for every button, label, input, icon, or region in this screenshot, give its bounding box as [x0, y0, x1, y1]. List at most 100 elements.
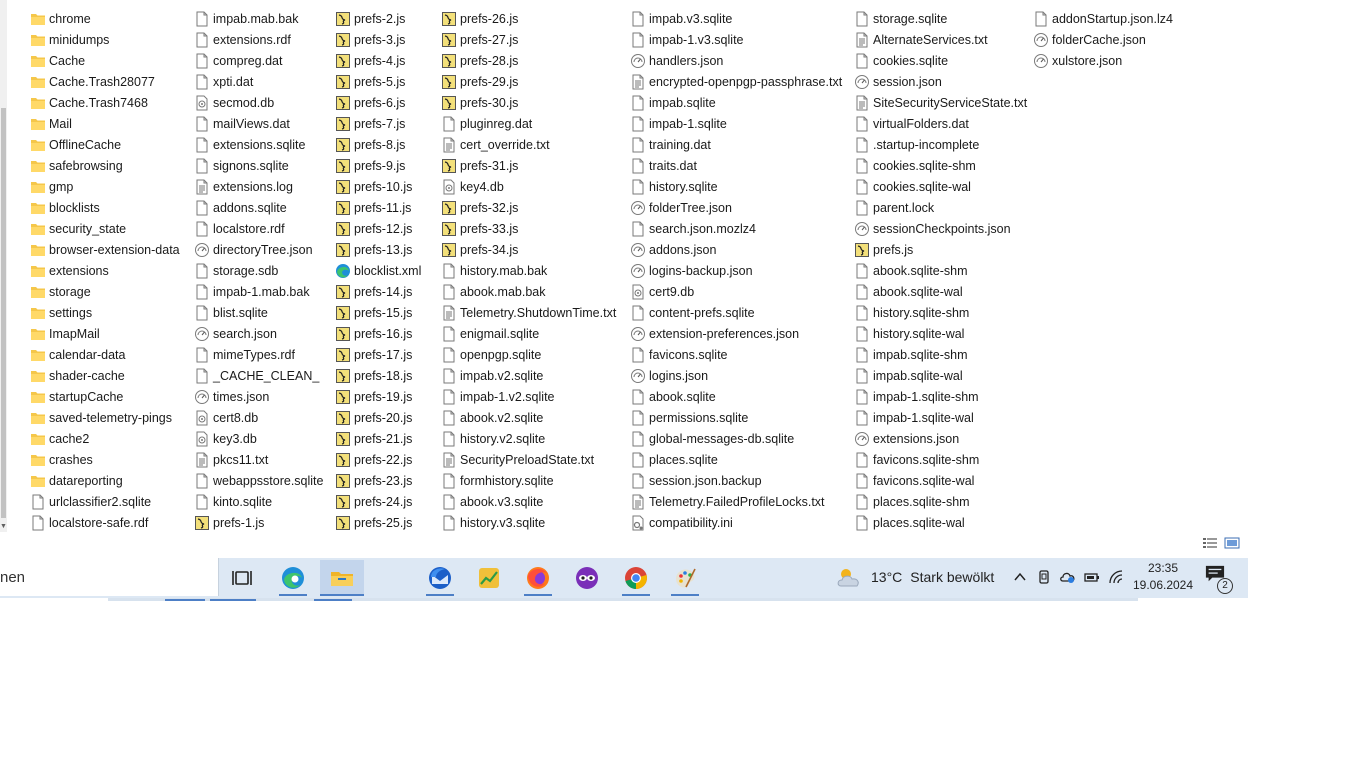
file-item[interactable]: secmod.db	[194, 92, 323, 113]
file-item[interactable]: mimeTypes.rdf	[194, 344, 323, 365]
file-item[interactable]: prefs-11.js	[335, 197, 421, 218]
file-item[interactable]: abook.sqlite-shm	[854, 260, 1027, 281]
file-item[interactable]: extensions.json	[854, 428, 1027, 449]
file-item[interactable]: impab.sqlite-wal	[854, 365, 1027, 386]
file-item[interactable]: prefs-32.js	[441, 197, 616, 218]
file-item[interactable]: xpti.dat	[194, 71, 323, 92]
file-item[interactable]: storage.sdb	[194, 260, 323, 281]
file-item[interactable]: favicons.sqlite-wal	[854, 470, 1027, 491]
weather-widget[interactable]: 13°C Stark bewölkt	[835, 558, 994, 596]
file-item[interactable]: prefs.js	[854, 239, 1027, 260]
file-item[interactable]: handlers.json	[630, 50, 842, 71]
file-item[interactable]: SiteSecurityServiceState.txt	[854, 92, 1027, 113]
taskbar-search-box[interactable]: nen	[0, 558, 219, 596]
file-item[interactable]: impab-1.v2.sqlite	[441, 386, 616, 407]
notification-center-button[interactable]: 2	[1204, 564, 1234, 594]
file-item[interactable]: prefs-26.js	[441, 8, 616, 29]
file-item[interactable]: abook.v3.sqlite	[441, 491, 616, 512]
file-item[interactable]: history.mab.bak	[441, 260, 616, 281]
file-item[interactable]: search.json	[194, 323, 323, 344]
file-item[interactable]: datareporting	[30, 470, 180, 491]
file-item[interactable]: traits.dat	[630, 155, 842, 176]
file-item[interactable]: extensions.rdf	[194, 29, 323, 50]
file-item[interactable]: times.json	[194, 386, 323, 407]
file-item[interactable]: xulstore.json	[1033, 50, 1173, 71]
file-item[interactable]: crashes	[30, 449, 180, 470]
file-item[interactable]: places.sqlite-wal	[854, 512, 1027, 533]
file-item[interactable]: prefs-4.js	[335, 50, 421, 71]
file-item[interactable]: mailViews.dat	[194, 113, 323, 134]
file-item[interactable]: impab-1.sqlite-wal	[854, 407, 1027, 428]
file-item[interactable]: shader-cache	[30, 365, 180, 386]
file-item[interactable]: prefs-33.js	[441, 218, 616, 239]
file-item[interactable]: abook.mab.bak	[441, 281, 616, 302]
cloud-sync-icon[interactable]	[1060, 569, 1076, 585]
file-item[interactable]: prefs-25.js	[335, 512, 421, 533]
file-item[interactable]: impab.mab.bak	[194, 8, 323, 29]
file-item[interactable]: prefs-3.js	[335, 29, 421, 50]
file-item[interactable]: prefs-15.js	[335, 302, 421, 323]
file-item[interactable]: AlternateServices.txt	[854, 29, 1027, 50]
file-item[interactable]: urlclassifier2.sqlite	[30, 491, 180, 512]
file-item[interactable]: impab-1.v3.sqlite	[630, 29, 842, 50]
file-item[interactable]: extensions	[30, 260, 180, 281]
file-item[interactable]: prefs-8.js	[335, 134, 421, 155]
file-item[interactable]: prefs-23.js	[335, 470, 421, 491]
file-item[interactable]: startupCache	[30, 386, 180, 407]
file-item[interactable]: chrome	[30, 8, 180, 29]
file-item[interactable]: cache2	[30, 428, 180, 449]
file-item[interactable]: blocklist.xml	[335, 260, 421, 281]
file-item[interactable]: blist.sqlite	[194, 302, 323, 323]
file-item[interactable]: storage.sqlite	[854, 8, 1027, 29]
file-item[interactable]: prefs-1.js	[194, 512, 323, 533]
file-item[interactable]: prefs-24.js	[335, 491, 421, 512]
file-item[interactable]: Cache.Trash28077	[30, 71, 180, 92]
file-item[interactable]: abook.sqlite-wal	[854, 281, 1027, 302]
file-item[interactable]: prefs-16.js	[335, 323, 421, 344]
file-item[interactable]: openpgp.sqlite	[441, 344, 616, 365]
file-item[interactable]: ImapMail	[30, 323, 180, 344]
file-item[interactable]: prefs-9.js	[335, 155, 421, 176]
file-item[interactable]: extension-preferences.json	[630, 323, 842, 344]
file-item[interactable]: prefs-14.js	[335, 281, 421, 302]
file-item[interactable]: SecurityPreloadState.txt	[441, 449, 616, 470]
file-item[interactable]: prefs-30.js	[441, 92, 616, 113]
file-item[interactable]: .startup-incomplete	[854, 134, 1027, 155]
file-item[interactable]: training.dat	[630, 134, 842, 155]
file-item[interactable]: prefs-5.js	[335, 71, 421, 92]
file-item[interactable]: content-prefs.sqlite	[630, 302, 842, 323]
file-item[interactable]: session.json.backup	[630, 470, 842, 491]
file-item[interactable]: cert9.db	[630, 281, 842, 302]
firefox-taskbar-button[interactable]	[516, 560, 560, 596]
file-item[interactable]: places.sqlite-shm	[854, 491, 1027, 512]
file-item[interactable]: prefs-29.js	[441, 71, 616, 92]
task-view-button[interactable]	[220, 560, 264, 596]
file-item[interactable]: prefs-2.js	[335, 8, 421, 29]
file-item[interactable]: prefs-22.js	[335, 449, 421, 470]
file-item[interactable]: impab-1.mab.bak	[194, 281, 323, 302]
file-item[interactable]: encrypted-openpgp-passphrase.txt	[630, 71, 842, 92]
file-item[interactable]: permissions.sqlite	[630, 407, 842, 428]
file-item[interactable]: abook.sqlite	[630, 386, 842, 407]
file-item[interactable]: folderTree.json	[630, 197, 842, 218]
file-item[interactable]: prefs-7.js	[335, 113, 421, 134]
chart-app-taskbar-button[interactable]	[467, 560, 511, 596]
file-item[interactable]: parent.lock	[854, 197, 1027, 218]
file-item[interactable]: formhistory.sqlite	[441, 470, 616, 491]
file-item[interactable]: pluginreg.dat	[441, 113, 616, 134]
file-item[interactable]: addonStartup.json.lz4	[1033, 8, 1173, 29]
file-item[interactable]: prefs-28.js	[441, 50, 616, 71]
file-item[interactable]: prefs-34.js	[441, 239, 616, 260]
file-item[interactable]: Mail	[30, 113, 180, 134]
file-item[interactable]: localstore.rdf	[194, 218, 323, 239]
file-item[interactable]: security_state	[30, 218, 180, 239]
file-item[interactable]: abook.v2.sqlite	[441, 407, 616, 428]
file-item[interactable]: places.sqlite	[630, 449, 842, 470]
file-item[interactable]: storage	[30, 281, 180, 302]
file-item[interactable]: prefs-21.js	[335, 428, 421, 449]
file-item[interactable]: blocklists	[30, 197, 180, 218]
file-item[interactable]: prefs-18.js	[335, 365, 421, 386]
file-explorer-taskbar-button[interactable]	[320, 560, 364, 596]
file-item[interactable]: logins-backup.json	[630, 260, 842, 281]
file-item[interactable]: impab.v2.sqlite	[441, 365, 616, 386]
